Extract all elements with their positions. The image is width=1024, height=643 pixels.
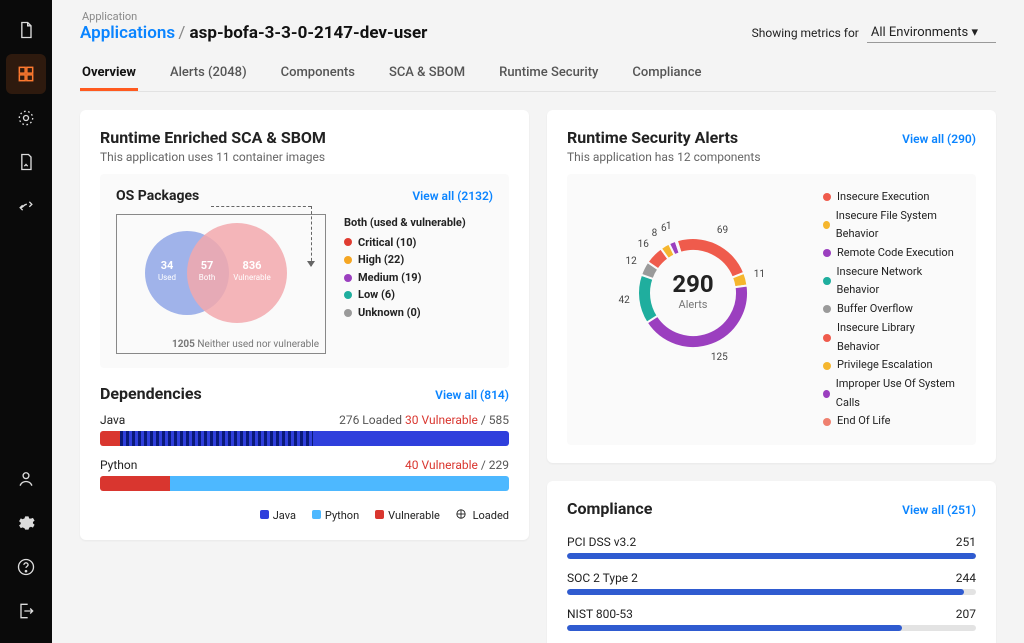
compliance-row: NIST 800-53207	[567, 607, 976, 631]
donut-value-label: 11	[754, 269, 765, 280]
svg-text:Used: Used	[158, 273, 176, 282]
alerts-title: Runtime Security Alerts	[567, 128, 761, 147]
sca-title: Runtime Enriched SCA & SBOM	[100, 128, 509, 147]
severity-legend: Both (used & vulnerable) Critical (10)Hi…	[344, 214, 466, 322]
dependencies-legend: Java Python Vulnerable Loaded	[100, 509, 509, 522]
metrics-for-label: Showing metrics for	[752, 26, 859, 40]
venn-diagram: 34 Used 57 Both 836 Vulnerable 1205 Neit	[116, 214, 326, 354]
dependency-row: Python 40 Vulnerable / 229	[100, 458, 509, 491]
alert-legend-row: Improper Use Of System Calls	[823, 375, 960, 412]
svg-text:836: 836	[243, 259, 262, 272]
tab-compliance[interactable]: Compliance	[630, 57, 703, 91]
nav-connect-icon[interactable]	[6, 186, 46, 226]
tab-overview[interactable]: Overview	[80, 57, 138, 91]
environment-select[interactable]: All Environments ▾	[867, 23, 996, 43]
donut-value-label: 8	[652, 228, 658, 239]
severity-row: High (22)	[344, 251, 466, 269]
donut-value-label: 42	[618, 295, 629, 306]
svg-text:34: 34	[161, 259, 174, 272]
os-packages-viewall[interactable]: View all (2132)	[412, 189, 493, 203]
alert-legend-row: Insecure Library Behavior	[823, 319, 960, 356]
donut-value-label: 12	[625, 256, 636, 267]
nav-logout-icon[interactable]	[6, 591, 46, 631]
alerts-viewall[interactable]: View all (290)	[902, 132, 976, 146]
donut-value-label: 69	[717, 225, 728, 236]
dependencies-card: Dependencies View all (814) Java 276 Loa…	[100, 384, 509, 522]
breadcrumb-label: Application	[82, 10, 427, 23]
severity-row: Unknown (0)	[344, 304, 466, 322]
nav-document-icon[interactable]	[6, 10, 46, 50]
chevron-down-icon: ▾	[971, 25, 978, 40]
alert-legend-row: End Of Life	[823, 412, 960, 431]
tab-sca-sbom[interactable]: SCA & SBOM	[387, 57, 467, 91]
alerts-legend: Insecure ExecutionInsecure File System B…	[823, 188, 960, 431]
svg-text:57: 57	[201, 259, 214, 272]
nav-config-icon[interactable]	[6, 98, 46, 138]
compliance-row: PCI DSS v3.2251	[567, 535, 976, 559]
tab-runtime-security[interactable]: Runtime Security	[497, 57, 600, 91]
right-column: Runtime Security Alerts This application…	[547, 110, 996, 643]
alerts-donut-chart: 290 Alerts 6911125421216861	[583, 188, 803, 388]
alert-legend-row: Privilege Escalation	[823, 356, 960, 375]
nav-help-icon[interactable]	[6, 547, 46, 587]
severity-row: Low (6)	[344, 286, 466, 304]
severity-row: Medium (19)	[344, 269, 466, 287]
nav-dashboard-icon[interactable]	[6, 54, 46, 94]
severity-row: Critical (10)	[344, 234, 466, 252]
alert-legend-row: Remote Code Execution	[823, 244, 960, 263]
nav-settings-icon[interactable]	[6, 503, 46, 543]
left-sidebar	[0, 0, 52, 643]
compliance-panel: Compliance View all (251) PCI DSS v3.225…	[547, 481, 996, 643]
dependencies-title: Dependencies	[100, 384, 202, 403]
svg-text:Vulnerable: Vulnerable	[233, 273, 271, 282]
os-packages-title: OS Packages	[116, 188, 199, 204]
nav-user-icon[interactable]	[6, 459, 46, 499]
donut-value-label: 16	[638, 239, 649, 250]
svg-text:Both: Both	[199, 273, 216, 282]
donut-value-label: 1	[666, 221, 672, 232]
alert-legend-row: Buffer Overflow	[823, 300, 960, 319]
alert-legend-row: Insecure Network Behavior	[823, 263, 960, 300]
alert-legend-row: Insecure File System Behavior	[823, 207, 960, 244]
tab-alerts-2048-[interactable]: Alerts (2048)	[168, 57, 249, 91]
compliance-row: SOC 2 Type 2244	[567, 571, 976, 595]
os-packages-card: OS Packages View all (2132) 34 Used	[100, 174, 509, 368]
compliance-title: Compliance	[567, 499, 652, 518]
app-name: asp-bofa-3-3-0-2147-dev-user	[190, 23, 428, 43]
sca-column: Runtime Enriched SCA & SBOM This applica…	[80, 110, 529, 643]
tab-components[interactable]: Components	[279, 57, 357, 91]
donut-value-label: 125	[711, 352, 728, 363]
sca-subtitle: This application uses 11 container image…	[100, 150, 509, 164]
alerts-subtitle: This application has 12 components	[567, 150, 761, 164]
dependency-row: Java 276 Loaded 30 Vulnerable / 585	[100, 413, 509, 446]
compliance-viewall[interactable]: View all (251)	[902, 503, 976, 517]
tabs: Overview Alerts (2048) Components SCA & SBO…	[80, 57, 996, 92]
breadcrumb-parent[interactable]: Applications	[80, 23, 175, 43]
alert-legend-row: Insecure Execution	[823, 188, 960, 207]
dependencies-viewall[interactable]: View all (814)	[435, 388, 509, 402]
nav-report-icon[interactable]	[6, 142, 46, 182]
